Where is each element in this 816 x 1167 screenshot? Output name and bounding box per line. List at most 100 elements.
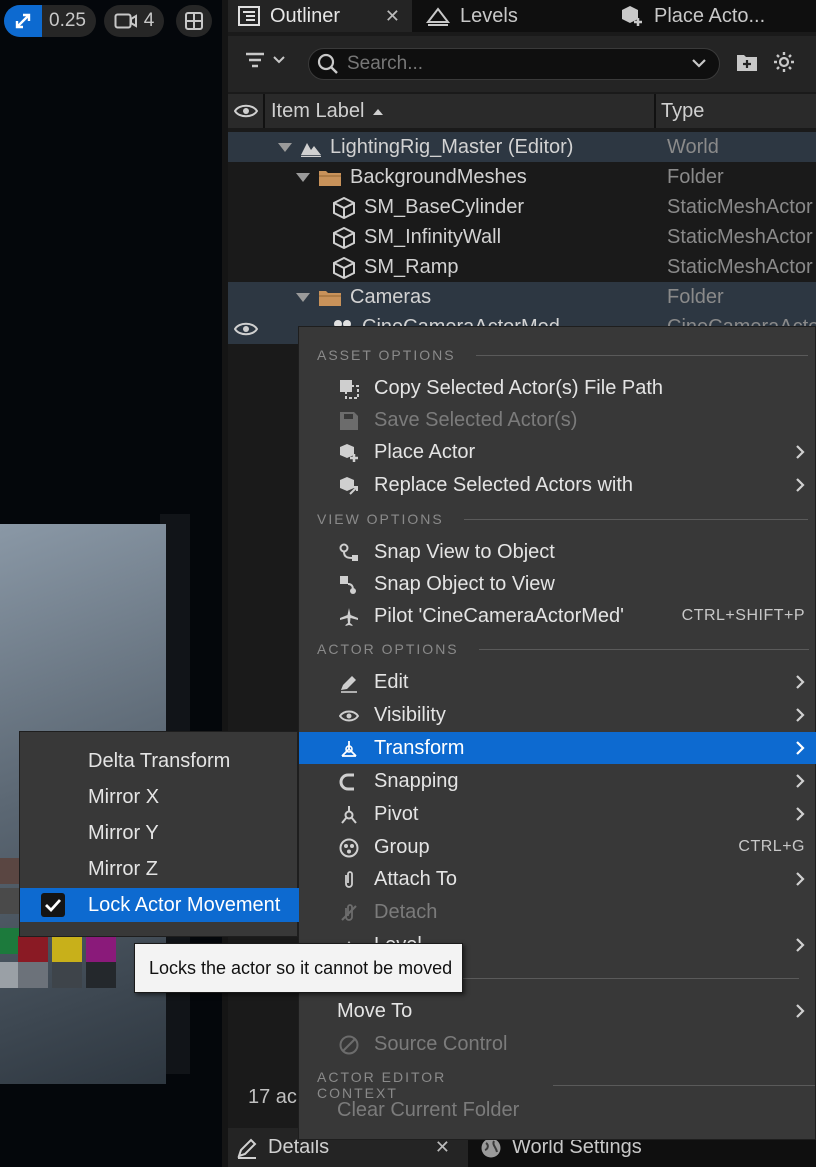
outliner-icon	[238, 6, 260, 26]
menu-mirror-x[interactable]: Mirror X	[20, 780, 299, 814]
menu-snap-view-to-object[interactable]: Snap View to Object	[299, 536, 816, 568]
filter-button[interactable]	[244, 50, 286, 70]
menu-mirror-y[interactable]: Mirror Y	[20, 816, 299, 850]
color-chart-swatch	[52, 936, 82, 962]
menu-edit[interactable]: Edit	[299, 666, 816, 698]
chevron-right-icon	[795, 871, 805, 887]
tree-row-folder[interactable]: Cameras Folder	[228, 282, 816, 312]
close-tab-icon[interactable]: ✕	[435, 1137, 450, 1158]
visibility-eye-icon[interactable]	[234, 102, 258, 120]
chevron-right-icon	[795, 806, 805, 822]
tab-levels-label: Levels	[460, 4, 518, 27]
tab-outliner[interactable]: Outliner ✕	[228, 0, 412, 32]
menu-snapping[interactable]: Snapping	[299, 765, 816, 797]
group-icon	[339, 838, 359, 858]
tree-row-type: StaticMeshActor	[667, 256, 813, 278]
tree-row-folder[interactable]: BackgroundMeshes Folder	[228, 162, 816, 192]
section-view-options: VIEW OPTIONS	[317, 511, 808, 527]
transform-gizmo-icon	[339, 739, 359, 759]
copy-path-icon	[339, 379, 359, 399]
outliner-toolbar	[228, 36, 816, 92]
menu-place-actor[interactable]: Place Actor	[299, 436, 816, 468]
scale-snap-button[interactable]: 0.25	[4, 5, 96, 37]
paperclip-icon	[339, 870, 359, 890]
pencil-icon	[236, 1137, 258, 1159]
new-folder-icon[interactable]	[736, 52, 758, 72]
viewport-layout-button[interactable]	[176, 5, 212, 37]
menu-lock-actor-movement[interactable]: Lock Actor Movement	[20, 888, 299, 922]
menu-transform[interactable]: Transform	[299, 732, 816, 764]
menu-replace-actors[interactable]: Replace Selected Actors with	[299, 469, 816, 501]
column-separator[interactable]	[263, 94, 265, 128]
tab-place-actors[interactable]: Place Acto...	[620, 0, 765, 32]
panel-tab-bar: Outliner ✕ Levels Place Acto...	[228, 0, 816, 32]
chevron-right-icon	[795, 707, 805, 723]
column-item-label-text: Item Label	[271, 100, 365, 122]
menu-move-to[interactable]: Move To	[299, 995, 816, 1027]
color-chart-swatch	[18, 962, 48, 988]
levels-icon	[426, 6, 450, 26]
menu-delta-transform[interactable]: Delta Transform	[20, 744, 299, 778]
lock-movement-checkbox[interactable]	[41, 893, 65, 917]
shortcut-label: CTRL+G	[738, 838, 805, 855]
tree-row-label: SM_Ramp	[364, 256, 459, 278]
menu-mirror-z[interactable]: Mirror Z	[20, 852, 299, 886]
static-mesh-icon	[332, 226, 356, 249]
column-item-label[interactable]: Item Label	[271, 100, 384, 123]
source-control-icon	[339, 1035, 359, 1055]
tree-row-type: Folder	[667, 166, 724, 188]
pencil-icon	[339, 673, 359, 693]
tree-row-type: World	[667, 136, 719, 158]
menu-snap-object-to-view[interactable]: Snap Object to View	[299, 568, 816, 600]
search-icon	[317, 53, 339, 75]
world-icon	[300, 139, 322, 157]
column-separator[interactable]	[654, 94, 656, 128]
visibility-eye-icon[interactable]	[234, 320, 258, 338]
airplane-icon	[339, 607, 359, 627]
menu-pilot-actor[interactable]: Pilot 'CineCameraActorMed' CTRL+SHIFT+P	[299, 600, 816, 632]
tree-row-type: StaticMeshActor	[667, 196, 813, 218]
tree-row-label: SM_InfinityWall	[364, 226, 502, 248]
gear-icon[interactable]	[772, 50, 796, 74]
menu-visibility[interactable]: Visibility	[299, 699, 816, 731]
menu-attach-to[interactable]: Attach To	[299, 863, 816, 895]
tooltip: Locks the actor so it cannot be moved	[134, 943, 463, 993]
menu-copy-file-path[interactable]: Copy Selected Actor(s) File Path	[299, 372, 816, 404]
shortcut-label: CTRL+SHIFT+P	[681, 607, 805, 624]
tab-levels[interactable]: Levels	[426, 0, 518, 32]
tree-row-actor[interactable]: SM_InfinityWall StaticMeshActor	[228, 222, 816, 252]
expand-arrow-icon[interactable]	[278, 143, 292, 152]
menu-source-control[interactable]: Source Control	[299, 1028, 816, 1060]
chevron-down-icon[interactable]	[691, 57, 707, 69]
static-mesh-icon	[332, 196, 356, 219]
menu-clear-current-folder[interactable]: Clear Current Folder	[299, 1094, 816, 1126]
menu-group[interactable]: Group CTRL+G	[299, 831, 816, 863]
camera-speed-button[interactable]: 4	[104, 5, 164, 37]
checkmark-icon	[45, 899, 62, 913]
color-chart-swatch	[86, 962, 116, 988]
layout-grid-icon	[184, 11, 204, 31]
section-label: ASSET OPTIONS	[317, 347, 456, 363]
chevron-right-icon	[795, 740, 805, 756]
tree-row-world[interactable]: LightingRig_Master (Editor) World	[228, 132, 816, 162]
chevron-down-icon	[272, 55, 286, 65]
expand-arrow-icon[interactable]	[296, 173, 310, 182]
tree-row-label: SM_BaseCylinder	[364, 196, 525, 218]
column-type[interactable]: Type	[661, 100, 704, 123]
chevron-right-icon	[795, 674, 805, 690]
menu-save-actors[interactable]: Save Selected Actor(s)	[299, 404, 816, 436]
expand-arrow-icon[interactable]	[296, 293, 310, 302]
folder-icon	[318, 289, 342, 307]
search-input[interactable]	[347, 53, 677, 75]
actor-count: 17 ac	[248, 1086, 297, 1108]
chevron-right-icon	[795, 444, 805, 460]
search-box[interactable]	[308, 48, 720, 80]
tree-row-actor[interactable]: SM_Ramp StaticMeshActor	[228, 252, 816, 282]
menu-detach[interactable]: Detach	[299, 896, 816, 928]
section-actor-options: ACTOR OPTIONS	[317, 641, 809, 657]
close-tab-icon[interactable]: ✕	[385, 6, 400, 27]
tab-place-actors-label: Place Acto...	[654, 4, 766, 27]
tree-row-actor[interactable]: SM_BaseCylinder StaticMeshActor	[228, 192, 816, 222]
pivot-icon	[339, 805, 359, 825]
menu-pivot[interactable]: Pivot	[299, 798, 816, 830]
